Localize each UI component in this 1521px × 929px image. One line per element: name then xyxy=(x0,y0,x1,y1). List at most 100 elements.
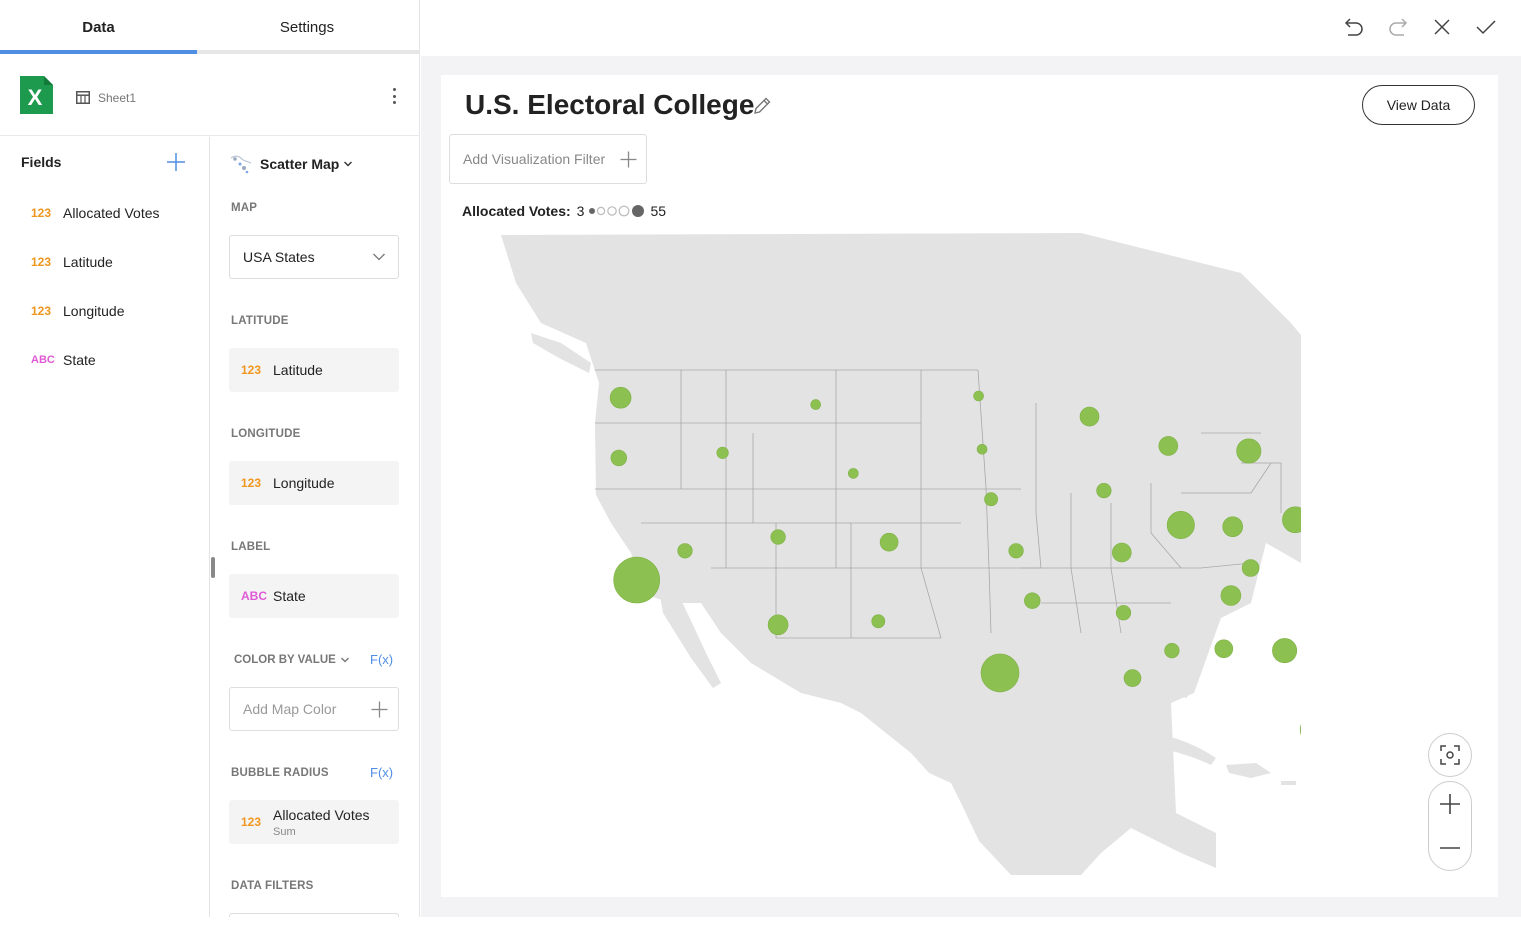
check-icon[interactable] xyxy=(1474,15,1498,39)
minus-icon xyxy=(1440,847,1460,849)
zoom-in-button[interactable] xyxy=(1429,782,1471,826)
color-fx-button[interactable]: F(x) xyxy=(370,652,393,667)
add-map-color-label: Add Map Color xyxy=(243,701,337,717)
pill-text: Allocated Votes Sum xyxy=(273,807,370,838)
pencil-icon[interactable] xyxy=(751,95,773,117)
add-map-color-button[interactable]: Add Map Color xyxy=(229,687,399,731)
map-bubble[interactable] xyxy=(1220,585,1242,606)
close-icon[interactable] xyxy=(1430,15,1454,39)
map-bubble[interactable] xyxy=(1111,542,1132,563)
label-section-label: LABEL xyxy=(231,541,271,553)
map-bubble[interactable] xyxy=(1158,436,1179,456)
color-by-value-selector[interactable]: COLOR BY VALUE xyxy=(234,654,350,666)
more-options-icon[interactable] xyxy=(386,86,402,106)
viz-type-label: Scatter Map xyxy=(260,156,340,172)
map-bubble[interactable] xyxy=(1079,406,1100,427)
map-bubble[interactable] xyxy=(1236,438,1262,464)
text-type-icon: ABC xyxy=(31,354,55,366)
data-source: X Sheet1 xyxy=(0,56,420,136)
chevron-down-icon xyxy=(340,657,349,663)
map-select[interactable]: USA States xyxy=(229,235,399,279)
map-bubble[interactable] xyxy=(1222,516,1244,538)
map-bubble[interactable] xyxy=(1166,510,1195,539)
map-bubble[interactable] xyxy=(1024,592,1041,609)
map-bubble[interactable] xyxy=(1241,559,1260,577)
longitude-field-pill[interactable]: 123 Longitude xyxy=(229,461,399,505)
map-bubble[interactable] xyxy=(1164,643,1180,659)
size-legend: Allocated Votes: 3 55 xyxy=(462,203,666,219)
map-bubble[interactable] xyxy=(1115,605,1132,621)
visualization-config: Scatter Map MAP USA States LATITUDE 123 … xyxy=(210,137,420,917)
number-type-icon: 123 xyxy=(31,206,52,220)
active-tab-indicator xyxy=(0,50,197,54)
map-bubble[interactable] xyxy=(716,446,729,459)
field-item-allocated-votes[interactable]: 123 Allocated Votes xyxy=(0,198,209,228)
map-bubble[interactable] xyxy=(610,449,628,467)
data-filters-drop-area[interactable] xyxy=(229,913,399,917)
number-type-icon: 123 xyxy=(241,815,262,829)
map-bubble[interactable] xyxy=(879,532,899,552)
text-type-icon: ABC xyxy=(241,589,267,603)
map-bubble[interactable] xyxy=(980,653,1020,693)
view-data-button[interactable]: View Data xyxy=(1362,85,1475,125)
tab-settings[interactable]: Settings xyxy=(197,0,417,54)
label-field-pill[interactable]: ABC State xyxy=(229,574,399,618)
zoom-out-button[interactable] xyxy=(1429,826,1471,870)
map-bubble[interactable] xyxy=(1300,713,1301,746)
map-land xyxy=(501,233,1301,875)
aggregation-label: Sum xyxy=(273,825,296,838)
field-item-latitude[interactable]: 123 Latitude xyxy=(0,247,209,277)
add-field-icon[interactable] xyxy=(166,152,186,172)
bubble-radius-section-label: BUBBLE RADIUS xyxy=(231,767,329,779)
field-name: Allocated Votes xyxy=(63,205,160,221)
tab-divider xyxy=(197,50,420,54)
hispaniola-island xyxy=(1226,763,1271,778)
longitude-section-label: LONGITUDE xyxy=(231,428,301,440)
field-item-state[interactable]: ABC State xyxy=(0,345,209,375)
size-legend-scale-icon xyxy=(589,205,645,217)
map-bubble[interactable] xyxy=(1272,638,1298,664)
pill-field-name: Allocated Votes xyxy=(273,806,370,823)
zoom-to-fit-button[interactable] xyxy=(1428,733,1472,777)
visualization-card: U.S. Electoral College View Data Add Vis… xyxy=(441,75,1498,897)
plus-icon xyxy=(371,701,388,718)
map-bubble[interactable] xyxy=(973,390,984,402)
latitude-section-label: LATITUDE xyxy=(231,315,289,327)
fields-list: Fields 123 Allocated Votes 123 Latitude … xyxy=(0,137,210,917)
data-filters-section-label: DATA FILTERS xyxy=(231,880,314,892)
map-bubble[interactable] xyxy=(770,529,786,545)
field-item-longitude[interactable]: 123 Longitude xyxy=(0,296,209,326)
scatter-map-icon xyxy=(230,155,252,174)
bubble-fx-button[interactable]: F(x) xyxy=(370,765,393,780)
viz-type-selector[interactable]: Scatter Map xyxy=(230,151,353,177)
panel-resize-handle[interactable] xyxy=(211,557,215,578)
scatter-map[interactable] xyxy=(481,233,1301,875)
excel-icon: X xyxy=(20,76,53,114)
bubble-radius-field-pill[interactable]: 123 Allocated Votes Sum xyxy=(229,800,399,844)
number-type-icon: 123 xyxy=(31,304,52,318)
map-bubble[interactable] xyxy=(1008,543,1024,559)
map-bubble[interactable] xyxy=(847,468,859,479)
undo-icon[interactable] xyxy=(1342,15,1366,39)
tab-data[interactable]: Data xyxy=(0,0,197,54)
add-visualization-filter-button[interactable]: Add Visualization Filter xyxy=(449,134,647,184)
visualization-title: U.S. Electoral College xyxy=(465,89,755,120)
map-bubble[interactable] xyxy=(1214,639,1234,659)
map-bubble[interactable] xyxy=(1123,669,1142,687)
map-bubble[interactable] xyxy=(767,614,789,636)
add-filter-label: Add Visualization Filter xyxy=(463,151,606,167)
map-bubble[interactable] xyxy=(976,444,988,455)
pill-field-name: State xyxy=(273,588,306,604)
redo-icon[interactable] xyxy=(1386,15,1410,39)
map-bubble[interactable] xyxy=(609,386,632,409)
latitude-field-pill[interactable]: 123 Latitude xyxy=(229,348,399,392)
map-bubble[interactable] xyxy=(613,556,660,604)
map-bubble[interactable] xyxy=(871,614,886,629)
map-bubble[interactable] xyxy=(1096,483,1112,499)
number-type-icon: 123 xyxy=(241,476,262,490)
chevron-down-icon xyxy=(344,161,353,167)
sheet-name[interactable]: Sheet1 xyxy=(98,91,136,105)
map-bubble[interactable] xyxy=(810,399,822,410)
map-bubble[interactable] xyxy=(984,492,998,507)
map-bubble[interactable] xyxy=(677,543,693,559)
